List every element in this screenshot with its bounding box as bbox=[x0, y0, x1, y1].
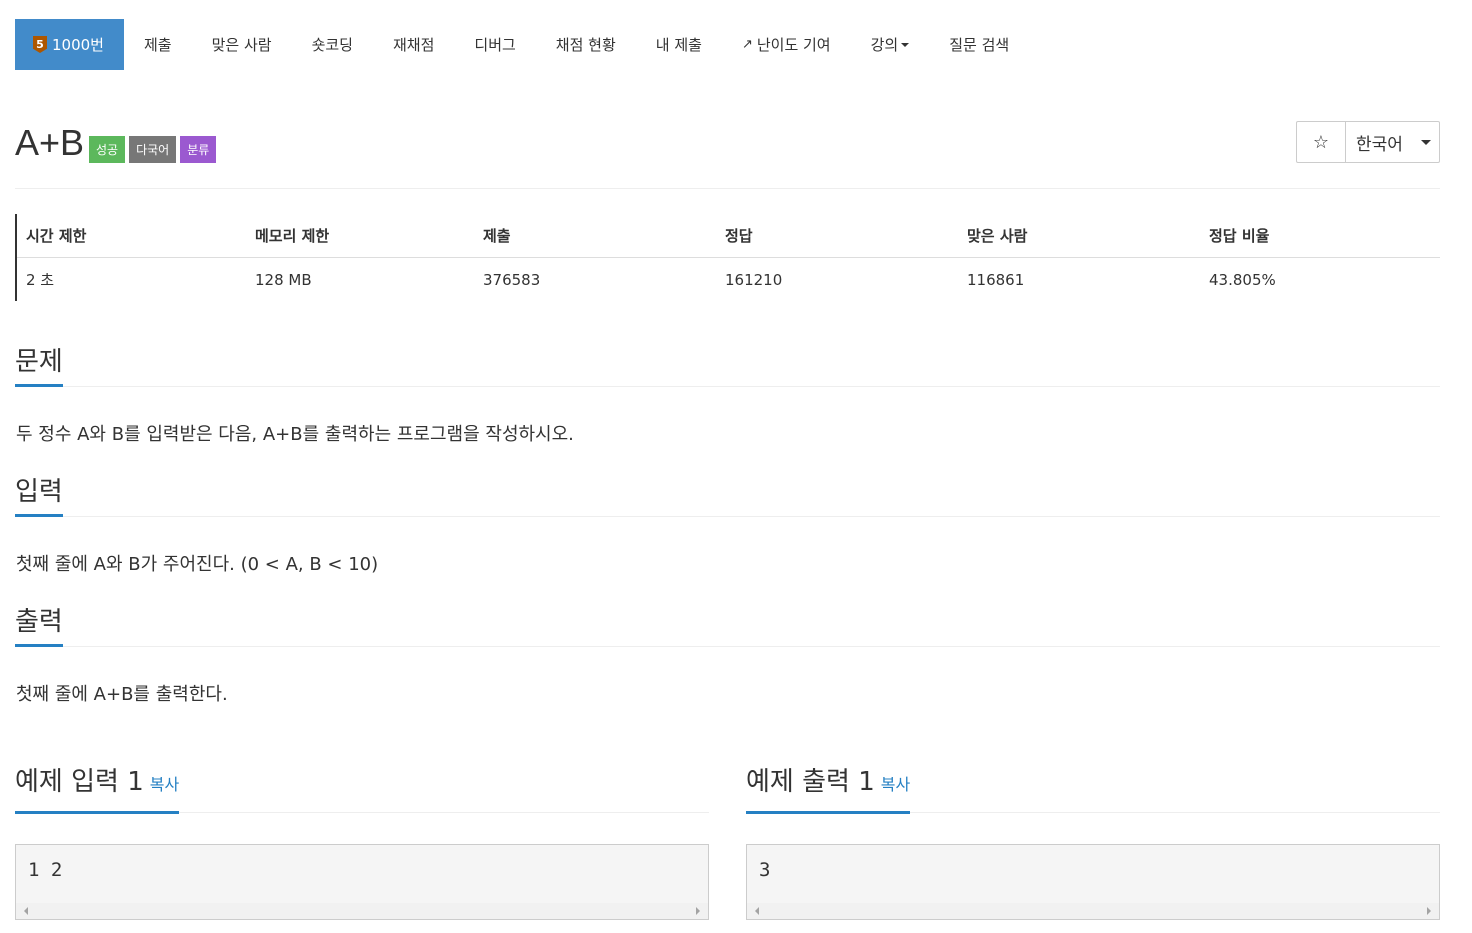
sample-output-title-wrap: 예제 출력 1 복사 bbox=[746, 764, 911, 814]
tab-status[interactable]: 채점 현황 bbox=[536, 19, 636, 70]
tab-question-search[interactable]: 질문 검색 bbox=[929, 19, 1029, 70]
problem-header: A+B 성공 다국어 분류 ☆ 한국어 bbox=[15, 120, 1440, 189]
section-input: 입력 첫째 줄에 A와 B가 주어진다. (0 < A, B < 10) bbox=[15, 474, 1440, 577]
problem-labels: 성공 다국어 분류 bbox=[89, 136, 217, 163]
section-output-header: 출력 bbox=[15, 604, 1440, 647]
tab-rejudge[interactable]: 재채점 bbox=[373, 19, 454, 70]
tab-difficulty-contribution[interactable]: ↗ 난이도 기여 bbox=[722, 19, 851, 70]
header-accepted: 정답 bbox=[725, 227, 753, 245]
header-accept-ratio: 정답 비율 bbox=[1209, 227, 1270, 245]
tab-lectures-label: 강의 bbox=[870, 36, 899, 54]
section-problem: 문제 두 정수 A와 B를 입력받은 다음, A+B를 출력하는 프로그램을 작… bbox=[15, 344, 1440, 447]
scroll-right-icon[interactable] bbox=[696, 907, 700, 915]
tab-debug[interactable]: 디버그 bbox=[454, 19, 535, 70]
value-submissions: 376583 bbox=[483, 270, 541, 289]
section-problem-title: 문제 bbox=[15, 344, 63, 387]
language-dropdown[interactable]: 한국어 bbox=[1346, 122, 1439, 162]
problem-info-table: 시간 제한 메모리 제한 제출 정답 맞은 사람 정답 비율 2 초 128 M… bbox=[15, 214, 1440, 301]
info-value-row: 2 초 128 MB 376583 161210 116861 43.805% bbox=[17, 258, 1440, 301]
problem-description: 두 정수 A와 B를 입력받은 다음, A+B를 출력하는 프로그램을 작성하시… bbox=[16, 424, 574, 445]
input-description: 첫째 줄에 A와 B가 주어진다. (0 < A, B < 10) bbox=[16, 554, 379, 575]
favorite-button[interactable]: ☆ bbox=[1297, 122, 1346, 162]
header-time-limit: 시간 제한 bbox=[26, 227, 87, 245]
tab-difficulty-label: 난이도 기여 bbox=[756, 36, 831, 54]
value-time-limit: 2 초 bbox=[26, 271, 55, 289]
section-output-title: 출력 bbox=[15, 604, 63, 647]
header-submissions: 제출 bbox=[483, 227, 511, 245]
scroll-right-icon[interactable] bbox=[1427, 907, 1431, 915]
value-memory-limit: 128 MB bbox=[255, 270, 312, 289]
sample-input: 예제 입력 1 복사 1 2 bbox=[15, 762, 709, 920]
copy-output-button[interactable]: 복사 bbox=[881, 775, 910, 794]
tier-badge-icon: 5 bbox=[33, 36, 47, 53]
sample-output-value: 3 bbox=[759, 859, 771, 881]
sample-input-title: 예제 입력 1 bbox=[15, 767, 144, 797]
value-solved-users: 116861 bbox=[967, 270, 1025, 289]
sample-input-title-wrap: 예제 입력 1 복사 bbox=[15, 764, 180, 814]
caret-down-icon bbox=[901, 42, 910, 47]
sample-output-title: 예제 출력 1 bbox=[746, 767, 875, 797]
sample-output-box[interactable]: 3 bbox=[746, 844, 1440, 920]
label-solved: 성공 bbox=[89, 136, 126, 163]
section-output: 출력 첫째 줄에 A+B를 출력한다. bbox=[15, 604, 1440, 707]
external-link-icon: ↗ bbox=[741, 37, 753, 52]
sample-output: 예제 출력 1 복사 3 bbox=[746, 762, 1440, 920]
horizontal-scrollbar[interactable] bbox=[16, 903, 708, 919]
sample-input-value: 1 2 bbox=[28, 859, 63, 881]
scroll-left-icon[interactable] bbox=[24, 907, 28, 915]
info-header-row: 시간 제한 메모리 제한 제출 정답 맞은 사람 정답 비율 bbox=[17, 214, 1440, 258]
header-memory-limit: 메모리 제한 bbox=[255, 227, 330, 245]
tab-submit[interactable]: 제출 bbox=[124, 19, 192, 70]
problem-actions: ☆ 한국어 bbox=[1296, 121, 1440, 163]
horizontal-scrollbar[interactable] bbox=[747, 903, 1439, 919]
star-icon: ☆ bbox=[1312, 131, 1330, 153]
copy-input-button[interactable]: 복사 bbox=[150, 775, 179, 794]
sample-input-box[interactable]: 1 2 bbox=[15, 844, 709, 920]
sample-output-header: 예제 출력 1 복사 bbox=[746, 762, 1440, 814]
section-input-header: 입력 bbox=[15, 474, 1440, 517]
value-accept-ratio: 43.805% bbox=[1209, 270, 1276, 289]
header-solved-users: 맞은 사람 bbox=[967, 227, 1028, 245]
language-label: 한국어 bbox=[1356, 134, 1403, 155]
scroll-left-icon[interactable] bbox=[755, 907, 759, 915]
caret-down-icon bbox=[1420, 139, 1431, 145]
section-problem-header: 문제 bbox=[15, 344, 1440, 387]
tab-problem[interactable]: 5 1000번 bbox=[15, 19, 124, 70]
tab-short-coding[interactable]: 숏코딩 bbox=[292, 19, 373, 70]
samples: 예제 입력 1 복사 1 2 예제 출력 1 복사 3 bbox=[15, 762, 1440, 922]
tab-accepted-users[interactable]: 맞은 사람 bbox=[192, 19, 292, 70]
value-accepted: 161210 bbox=[725, 270, 783, 289]
tab-my-submissions[interactable]: 내 제출 bbox=[636, 19, 722, 70]
tab-lectures[interactable]: 강의 bbox=[851, 19, 930, 70]
problem-nav: 5 1000번 제출 맞은 사람 숏코딩 재채점 디버그 채점 현황 내 제출 … bbox=[15, 19, 1440, 70]
label-multilingual[interactable]: 다국어 bbox=[129, 136, 177, 163]
tab-problem-label: 1000번 bbox=[52, 36, 104, 54]
section-input-title: 입력 bbox=[15, 474, 63, 517]
output-description: 첫째 줄에 A+B를 출력한다. bbox=[16, 684, 228, 705]
sample-input-header: 예제 입력 1 복사 bbox=[15, 762, 709, 814]
problem-title: A+B bbox=[15, 122, 85, 163]
label-category[interactable]: 분류 bbox=[180, 136, 217, 163]
